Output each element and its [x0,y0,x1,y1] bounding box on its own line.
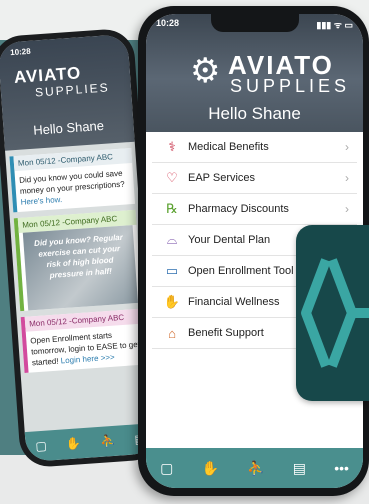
brand-arrow-icon [301,258,369,368]
menu-item-eap-services[interactable]: ♡ EAP Services › [152,163,357,194]
chevron-right-icon: › [345,202,349,216]
brand-tile [296,225,369,401]
app-header: 10:28 ▮▮▮ ᯤ ▭ ⚙ AVIATO SUPPLIES Hello Sh… [146,14,363,132]
chat-icon[interactable]: ▢ [35,439,47,454]
hand-icon[interactable]: ✋ [66,436,82,451]
notch [210,14,299,32]
hand-coins-icon: ✋ [163,294,181,309]
feed-card-link[interactable]: Login here >>> [60,353,115,366]
menu-item-label: Medical Benefits [188,141,269,153]
feed-card-body: Did you know you could save money on you… [14,163,135,212]
runner-icon[interactable]: ⛹ [247,460,264,477]
back-header: 10:28 AVIATO SUPPLIES Hello Shane [0,33,135,151]
status-time: 10:28 [156,18,180,28]
card-icon[interactable]: ▤ [293,460,306,477]
menu-item-label: Financial Wellness [188,296,280,308]
back-status-time: 10:28 [9,46,31,58]
rx-icon: ℞ [166,201,178,216]
menu-item-label: Benefit Support [188,327,264,339]
house-icon: ⌂ [168,325,176,341]
greeting: Hello Shane [208,104,301,123]
chevron-right-icon: › [345,171,349,185]
feed-card-link[interactable]: Here's how. [20,195,62,207]
laptop-icon: ▭ [165,263,179,278]
menu-item-label: EAP Services [188,172,256,184]
menu-item-label: Pharmacy Discounts [188,203,289,215]
chevron-right-icon: › [345,140,349,154]
feed-card[interactable]: Mon 05/12 -Company ABC Did you know? Reg… [13,209,142,312]
gear-logo-icon: ⚙ [190,52,221,90]
back-logo: AVIATO SUPPLIES [13,63,110,102]
menu-item-pharmacy-discounts[interactable]: ℞ Pharmacy Discounts › [152,194,357,225]
bottom-tabbar: ▢ ✋ ⛹ ▤ ••• [146,448,363,488]
more-icon[interactable]: ••• [334,460,349,476]
feed-card[interactable]: Mon 05/12 -Company ABC Did you know you … [9,147,136,213]
stethoscope-icon: ⚕ [168,139,176,154]
heart-icon: ♡ [166,170,178,185]
back-greeting: Hello Shane [32,117,105,138]
hand-icon[interactable]: ✋ [202,460,219,477]
logo-sub: SUPPLIES [230,76,351,96]
back-phone-screen: 10:28 AVIATO SUPPLIES Hello Shane Mon 05… [0,33,157,463]
menu-item-label: Your Dental Plan [188,234,271,246]
feed-card-body: Open Enrollment starts tomorrow, login t… [26,324,147,373]
menu-item-label: Open Enrollment Tool [188,265,294,277]
runner-icon[interactable]: ⛹ [100,434,116,449]
menu-item-medical-benefits[interactable]: ⚕ Medical Benefits › [152,132,357,163]
status-icons: ▮▮▮ ᯤ ▭ [316,20,353,30]
tooth-icon: ⌓ [166,232,178,247]
feed-card-image: Did you know? Regular exercise can cut y… [22,225,138,311]
chat-icon[interactable]: ▢ [160,460,173,477]
feed-card[interactable]: Mon 05/12 -Company ABC Open Enrollment s… [20,308,147,373]
back-tabbar: ▢ ✋ ⛹ ▤ [24,423,157,463]
feed-card-text: Did you know you could save money on you… [18,168,125,196]
